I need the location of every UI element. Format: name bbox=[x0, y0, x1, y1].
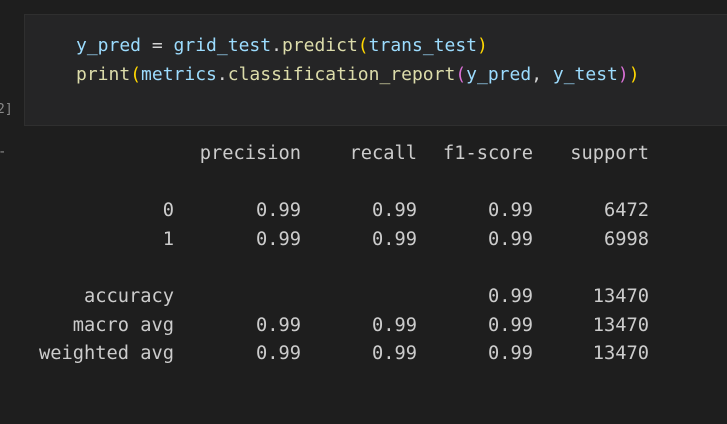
code-token: y_pred bbox=[466, 64, 532, 85]
report-cell: 0.99 bbox=[487, 200, 533, 222]
header-cell: recall bbox=[349, 143, 417, 164]
row-label: macro avg bbox=[72, 314, 174, 336]
report-row: macro avg 0.99 0.99 0.99 13470 bbox=[26, 312, 649, 341]
report-cell: 0.99 bbox=[487, 228, 533, 250]
code-cell[interactable]: y_pred = grid_test.predict(trans_test) p… bbox=[24, 14, 727, 126]
code-token: metrics bbox=[141, 64, 217, 85]
row-label: weighted avg bbox=[38, 343, 174, 365]
report-cell: 0.99 bbox=[371, 343, 417, 365]
header-cell: f1-score bbox=[442, 143, 533, 164]
header-cell: precision bbox=[199, 143, 301, 164]
code-line: y_pred = grid_test.predict(trans_test) bbox=[76, 34, 488, 58]
code-token: = bbox=[141, 35, 174, 56]
report-cell: 0.99 bbox=[371, 200, 417, 222]
report-cell: 0.99 bbox=[255, 314, 301, 336]
report-cell: 0.99 bbox=[255, 200, 301, 222]
code-token: ( bbox=[357, 35, 369, 56]
header-cell: support bbox=[570, 143, 649, 164]
code-token: ( bbox=[130, 64, 142, 85]
report-row: 1 0.99 0.99 0.99 6998 bbox=[26, 226, 649, 255]
code-token: grid_test bbox=[173, 35, 272, 56]
code-token: . bbox=[216, 64, 228, 85]
code-token: y_test bbox=[552, 64, 618, 85]
code-token: ) bbox=[477, 35, 488, 56]
code-token: classification_report bbox=[227, 64, 456, 85]
report-cell: 13470 bbox=[592, 314, 649, 336]
header-cell bbox=[26, 140, 174, 169]
report-cell bbox=[174, 283, 301, 312]
code-token: y_pred bbox=[76, 35, 142, 56]
code-line: print(metrics.classification_report(y_pr… bbox=[76, 63, 640, 87]
report-cell: 0.99 bbox=[371, 228, 417, 250]
code-token: , bbox=[531, 64, 553, 85]
report-cell bbox=[301, 283, 417, 312]
report-cell: 13470 bbox=[592, 285, 649, 307]
report-row: accuracy 0.99 13470 bbox=[26, 283, 649, 312]
report-cell: 0.99 bbox=[371, 314, 417, 336]
report-cell: 0.99 bbox=[255, 343, 301, 365]
report-cell: 6998 bbox=[603, 228, 649, 250]
report-cell: 13470 bbox=[592, 343, 649, 365]
row-label: accuracy bbox=[83, 285, 174, 307]
report-cell: 6472 bbox=[603, 200, 649, 222]
classification-report-output: precision recall f1-score support 0 0.99… bbox=[26, 140, 649, 369]
report-row: 0 0.99 0.99 0.99 6472 bbox=[26, 197, 649, 226]
code-token: ( bbox=[455, 64, 467, 85]
report-cell: 0.99 bbox=[487, 314, 533, 336]
output-collapse-marker[interactable]: - bbox=[0, 143, 6, 161]
report-cell: 0.99 bbox=[255, 228, 301, 250]
row-label: 0 bbox=[162, 200, 174, 222]
code-token: ) bbox=[617, 64, 629, 85]
row-label: 1 bbox=[162, 228, 174, 250]
report-row: weighted avg 0.99 0.99 0.99 13470 bbox=[26, 340, 649, 369]
code-token: print bbox=[76, 64, 131, 85]
report-cell: 0.99 bbox=[487, 285, 533, 307]
execution-count-label: 2] bbox=[0, 102, 13, 117]
code-token: . bbox=[271, 35, 282, 56]
code-token: ) bbox=[628, 64, 640, 85]
code-token: predict bbox=[281, 35, 358, 56]
report-cell: 0.99 bbox=[487, 343, 533, 365]
report-header-row: precision recall f1-score support bbox=[26, 140, 649, 169]
code-token: trans_test bbox=[368, 35, 478, 56]
